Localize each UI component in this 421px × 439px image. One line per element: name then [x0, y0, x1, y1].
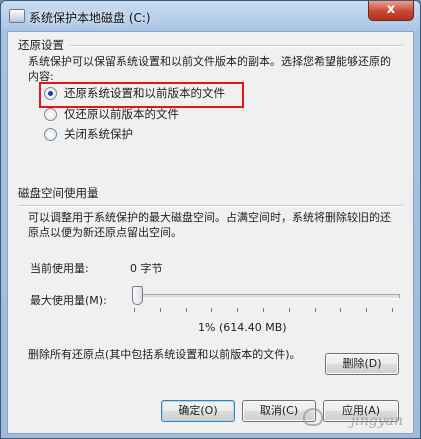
- title-bar[interactable]: 系统保护本地磁盘 (C:) x: [1, 1, 420, 31]
- dialog-window: 系统保护本地磁盘 (C:) x 还原设置 系统保护可以保留系统设置和以前文件版本…: [0, 0, 421, 439]
- current-usage-value: 0 字节: [130, 262, 163, 275]
- disk-group-divider: [18, 205, 403, 207]
- radio-turn-off-protection[interactable]: 关闭系统保护: [44, 126, 133, 142]
- radio-label: 还原系统设置和以前版本的文件: [64, 86, 225, 100]
- disk-description: 可以调整用于系统保护的最大磁盘空间。占满空间时，系统将删除较旧的还原点以便为新还…: [28, 211, 391, 239]
- drive-icon: [9, 9, 25, 23]
- max-usage-slider-thumb[interactable]: [131, 286, 143, 305]
- radio-button-icon[interactable]: [44, 107, 57, 121]
- radio-restore-settings-and-files[interactable]: 还原系统设置和以前版本的文件: [44, 85, 225, 101]
- current-usage-label: 当前使用量:: [30, 262, 89, 275]
- slider-tick: [237, 308, 239, 312]
- slider-tick: [185, 308, 187, 312]
- radio-label: 关闭系统保护: [64, 127, 133, 141]
- slider-tick: [159, 308, 161, 312]
- max-usage-slider-track[interactable]: [136, 294, 400, 299]
- radio-button-icon[interactable]: [44, 127, 57, 141]
- slider-tick: [263, 308, 264, 312]
- slider-tick: [314, 308, 316, 312]
- max-usage-label: 最大使用量(M):: [30, 292, 107, 308]
- slider-tick: [134, 308, 135, 312]
- max-usage-readout: 1% (614.40 MB): [198, 321, 287, 334]
- slider-tick: [340, 308, 342, 312]
- restore-group-divider: [70, 45, 403, 47]
- close-button[interactable]: x: [368, 1, 414, 21]
- ok-button[interactable]: 确定(O): [161, 400, 235, 422]
- watermark-text: jingyan: [350, 413, 403, 429]
- disk-group-title: 磁盘空间使用量: [18, 186, 99, 200]
- watermark-logo-icon: [303, 408, 323, 426]
- radio-label: 仅还原以前版本的文件: [64, 107, 179, 121]
- slider-tick: [288, 308, 290, 312]
- max-usage-accel: (M):: [85, 294, 107, 307]
- radio-restore-files-only[interactable]: 仅还原以前版本的文件: [44, 106, 179, 122]
- delete-restore-points-button[interactable]: 删除(D): [325, 353, 399, 375]
- max-usage-label-text: 最大使用量: [30, 294, 85, 307]
- slider-tick: [211, 308, 213, 312]
- dialog-client-area: 还原设置 系统保护可以保留系统设置和以前文件版本的副本。选择您希望能够还原的内容…: [7, 31, 414, 434]
- slider-tick: [366, 308, 368, 312]
- window-title: 系统保护本地磁盘 (C:): [29, 11, 151, 25]
- restore-description: 系统保护可以保留系统设置和以前文件版本的副本。选择您希望能够还原的内容:: [28, 55, 391, 83]
- restore-group-title: 还原设置: [18, 38, 64, 52]
- delete-description: 删除所有还原点(其中包括系统设置和以前版本的文件)。: [28, 348, 301, 361]
- slider-tick: [392, 308, 393, 312]
- radio-button-icon[interactable]: [44, 86, 57, 100]
